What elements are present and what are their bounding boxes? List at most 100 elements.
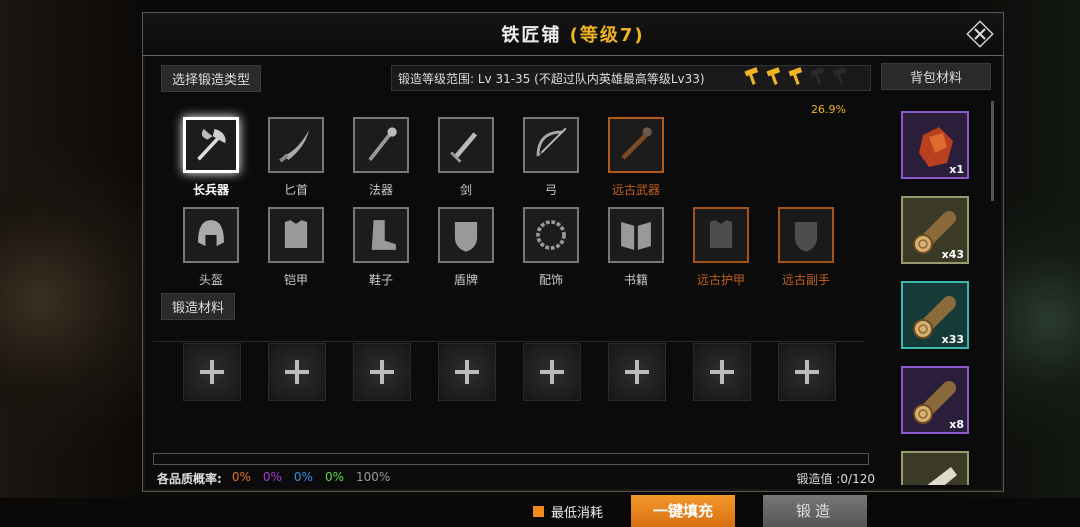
material-slot[interactable] [268, 343, 326, 401]
type-slot-types_row1-3[interactable] [438, 117, 494, 173]
item-count: x8 [949, 418, 964, 431]
type-label: 盾牌 [453, 273, 478, 287]
item-count: x33 [941, 333, 964, 346]
inventory-item[interactable] [901, 451, 969, 485]
type-label: 远古武器 [611, 183, 660, 197]
auto-fill-button[interactable]: 一键填充 [631, 495, 735, 527]
staff-icon [368, 127, 397, 162]
quality-value: 0% [293, 470, 313, 484]
title-level: (等级7) [569, 25, 645, 46]
section-divider [153, 341, 865, 342]
plus-icon-v [295, 360, 299, 384]
type-slot-types_row1-2[interactable] [353, 117, 409, 173]
type-label: 匕首 [283, 183, 308, 197]
ancient-armor-icon [709, 220, 733, 248]
title-bar: 铁匠铺 (等级7) [143, 13, 1003, 56]
dagger-icon [279, 130, 309, 163]
plus-icon-v [210, 360, 214, 384]
inventory-item[interactable]: x33 [901, 281, 969, 349]
material-slot[interactable] [778, 343, 836, 401]
type-slot-types_row2-4[interactable] [523, 207, 579, 263]
material-slot[interactable] [438, 343, 496, 401]
armor-icon [284, 220, 308, 248]
material-slot[interactable] [608, 343, 666, 401]
necklace-icon [536, 220, 566, 250]
bow-icon [536, 127, 567, 157]
type-label: 书籍 [623, 273, 648, 287]
ancient-offhand-icon [794, 222, 818, 252]
quality-value: 0% [324, 470, 344, 484]
shield-icon [454, 222, 478, 252]
type-label: 弓 [544, 183, 557, 197]
title-name: 铁匠铺 [501, 25, 562, 46]
type-label: 长兵器 [192, 183, 229, 197]
forge-button[interactable]: 锻造 [763, 495, 867, 527]
quality-probabilities: 各品质概率: 0% 0% 0% 0% 100% [157, 470, 390, 487]
forge-section: 选择锻造类型 锻造等级范围: Lv 31-35 (不超过队内英雄最高等级Lv33… [153, 63, 875, 527]
item-count: x43 [941, 248, 964, 261]
type-label: 剑 [459, 183, 472, 197]
type-slot-types_row2-2[interactable] [353, 207, 409, 263]
type-slot-types_row2-0[interactable] [183, 207, 239, 263]
level-range-text: 锻造等级范围: Lv 31-35 (不超过队内英雄最高等级Lv33) [398, 72, 705, 86]
type-label: 铠甲 [283, 273, 308, 287]
select-type-label: 选择锻造类型 [161, 65, 262, 92]
type-slot-types_row2-7[interactable] [778, 207, 834, 263]
hammer-icon [766, 67, 781, 85]
quality-label: 各品质概率: [157, 472, 222, 486]
page-title: 铁匠铺 (等级7) [143, 21, 1003, 47]
material-slot[interactable] [183, 343, 241, 401]
blacksmith-panel: 铁匠铺 (等级7) 选择锻造类型 锻造等级范围: Lv 31-35 (不超过队内… [142, 12, 1004, 527]
min-consume-label: 最低消耗 [551, 506, 604, 521]
materials-label: 锻造材料 [161, 293, 236, 320]
inventory-item[interactable]: x43 [901, 196, 969, 264]
type-slot-types_row2-1[interactable] [268, 207, 324, 263]
material-slot[interactable] [523, 343, 581, 401]
backpack-panel: 背包材料 x1 x43 x33 x8 [879, 61, 997, 485]
close-icon[interactable] [965, 19, 995, 49]
item-count: x1 [949, 163, 964, 176]
type-label: 头盔 [198, 273, 223, 287]
quality-hammers [741, 66, 850, 87]
material-slot[interactable] [693, 343, 751, 401]
progress-percent: 26.9% [811, 103, 846, 116]
plus-icon-v [380, 360, 384, 384]
plus-icon-v [720, 360, 724, 384]
inventory-item[interactable]: x8 [901, 366, 969, 434]
backpack-label: 背包材料 [881, 63, 991, 90]
type-slot-types_row2-5[interactable] [608, 207, 664, 263]
type-label: 鞋子 [368, 273, 393, 287]
plus-icon-v [465, 360, 469, 384]
type-label: 配饰 [538, 273, 563, 287]
hammer-icon [832, 67, 847, 85]
material-slot[interactable] [353, 343, 411, 401]
quality-value: 0% [262, 470, 282, 484]
ancient-weapon-icon [621, 127, 652, 160]
sword-icon [450, 132, 478, 163]
boots-icon [371, 220, 396, 250]
inventory-item[interactable]: x1 [901, 111, 969, 179]
forge-progress-bar [153, 453, 869, 465]
type-slot-types_row2-6[interactable] [693, 207, 749, 263]
forge-value: 锻造值 :0/120 [796, 472, 875, 486]
hammer-icon [810, 67, 825, 85]
min-consume-checkbox[interactable] [533, 506, 544, 517]
cloth-icon [927, 467, 957, 485]
plus-icon-v [550, 360, 554, 384]
type-label: 远古护甲 [696, 273, 745, 287]
hammer-icon [788, 67, 803, 85]
type-slot-types_row1-1[interactable] [268, 117, 324, 173]
helmet-icon [198, 220, 224, 247]
type-slot-types_row1-5[interactable] [608, 117, 664, 173]
quality-value: 0% [231, 470, 251, 484]
scrollbar[interactable] [991, 101, 994, 201]
plus-icon-v [805, 360, 809, 384]
quality-value: 100% [356, 470, 391, 484]
type-label: 法器 [368, 183, 393, 197]
type-slot-types_row1-4[interactable] [523, 117, 579, 173]
halberd-icon [197, 128, 226, 161]
type-slot-types_row2-3[interactable] [438, 207, 494, 263]
hammer-icon [744, 67, 759, 85]
plus-icon-v [635, 360, 639, 384]
type-slot-types_row1-0[interactable] [183, 117, 239, 173]
